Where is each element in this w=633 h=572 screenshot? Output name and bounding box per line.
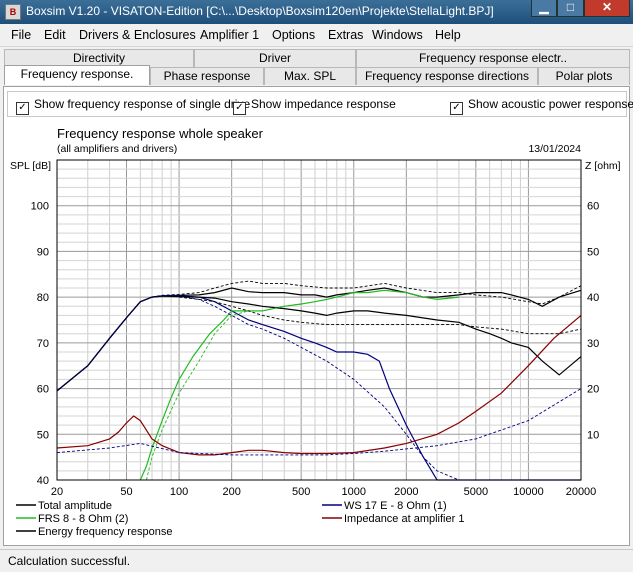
chart-title: Frequency response whole speaker <box>57 126 264 141</box>
x-tick-label: 100 <box>170 486 188 498</box>
y-tick-label: 40 <box>37 475 49 487</box>
x-tick-label: 500 <box>292 486 310 498</box>
y2-tick-label: 60 <box>587 201 599 213</box>
status-text: Calculation successful. <box>8 554 131 568</box>
status-bar: Calculation successful. <box>0 549 633 572</box>
y-tick-label: 100 <box>31 201 49 213</box>
x-tick-label: 20 <box>51 486 63 498</box>
y-tick-label: 50 <box>37 429 49 441</box>
x-tick-label: 50 <box>120 486 132 498</box>
tab-frequency-response[interactable]: Frequency response. <box>4 65 150 85</box>
chart-date: 13/01/2024 <box>528 143 581 155</box>
legend-label: WS 17 E - 8 Ohm (1) <box>344 500 447 512</box>
legend-label: Energy frequency response <box>38 526 173 538</box>
x-tick-label: 2000 <box>394 486 418 498</box>
y2-tick-label: 40 <box>587 292 599 304</box>
chart-series <box>56 280 582 481</box>
x-tick-label: 1000 <box>342 486 366 498</box>
y-tick-label: 60 <box>37 384 49 396</box>
y-tick-label: 80 <box>37 292 49 304</box>
chart-legend: Total amplitude WS 17 E - 8 Ohm (1) FRS 8 … <box>16 500 464 538</box>
x-tick-label: 200 <box>222 486 240 498</box>
legend-label: Total amplitude <box>38 500 112 512</box>
y2-tick-label: 20 <box>587 384 599 396</box>
y2-axis-label: Z [ohm] <box>585 160 621 172</box>
y2-tick-label: 10 <box>587 429 599 441</box>
x-tick-label: 20000 <box>566 486 597 498</box>
legend-label: Impedance at amplifier 1 <box>344 513 464 525</box>
series-line-total <box>56 287 582 392</box>
x-tick-label: 10000 <box>513 486 544 498</box>
y2-tick-label: 50 <box>587 246 599 258</box>
series-line-woofer-power <box>56 388 582 456</box>
chart-grid <box>56 159 582 481</box>
legend-label: FRS 8 - 8 Ohm (2) <box>38 513 128 525</box>
series-line-tweeter <box>139 289 459 481</box>
frequency-response-chart: Frequency response whole speaker (all am… <box>10 126 621 538</box>
series-line-energy <box>56 295 582 392</box>
plot-frame <box>56 159 582 481</box>
y-tick-label: 90 <box>37 246 49 258</box>
y2-tick-label: 30 <box>587 338 599 350</box>
y-tick-label: 70 <box>37 338 49 350</box>
y-axis-label: SPL [dB] <box>10 160 51 172</box>
x-tick-label: 5000 <box>464 486 488 498</box>
chart-subtitle: (all amplifiers and drivers) <box>57 143 177 155</box>
